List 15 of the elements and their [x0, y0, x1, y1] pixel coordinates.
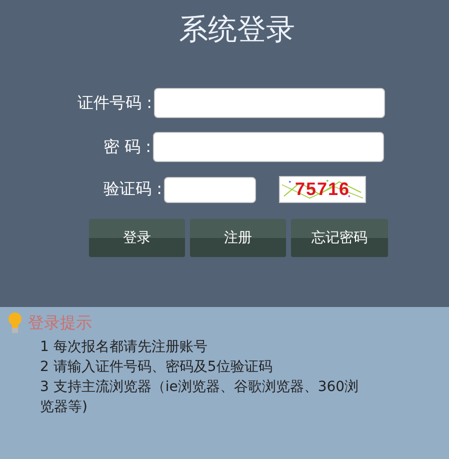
tip-text: 3 支持主流浏览器（ie浏览器、谷歌浏览器、360浏览器等) [40, 378, 360, 417]
field-label: 证件号码 : [76, 92, 152, 114]
button[interactable]: 忘记密码 [291, 219, 388, 257]
field-label: 验证码 : [102, 179, 162, 200]
tip-text: 2 请输入证件号码、密码及5位验证码 [40, 358, 274, 377]
tip-text: 1 每次报名都请先注册账号 [40, 338, 208, 357]
field-label: 密 码 : [102, 136, 151, 158]
password-field[interactable] [153, 132, 384, 162]
page-title: 系统登录 [178, 11, 296, 48]
lightbulb-icon [8, 311, 22, 335]
tips-heading: 登录提示 [28, 312, 92, 334]
button[interactable]: 登录 [89, 219, 185, 257]
button[interactable]: 注册 [190, 219, 286, 257]
captcha-field[interactable] [164, 176, 256, 202]
id-number-field[interactable] [154, 88, 385, 118]
